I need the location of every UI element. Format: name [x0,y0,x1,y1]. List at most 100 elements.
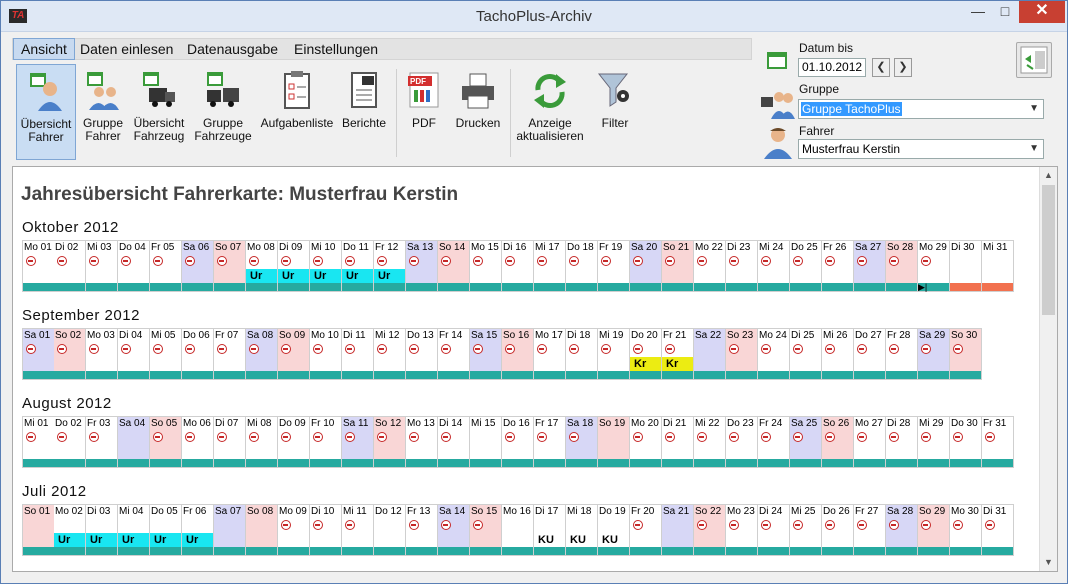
day-cell[interactable]: Sa 07 [214,504,246,556]
day-cell[interactable]: Mo 15 [470,240,502,292]
day-cell[interactable]: Di 24 [758,504,790,556]
day-cell[interactable]: Do 20 Kr [630,328,662,380]
day-cell[interactable]: Fr 10 [310,416,342,468]
day-cell[interactable]: Di 23 [726,240,758,292]
day-cell[interactable]: Di 04 [118,328,150,380]
day-cell[interactable]: Sa 22 [694,328,726,380]
day-cell[interactable]: Fr 28 [886,328,918,380]
day-cell[interactable]: Mi 05 [150,328,182,380]
day-cell[interactable]: Do 05 Ur [150,504,182,556]
day-cell[interactable]: Fr 21 Kr [662,328,694,380]
day-cell[interactable]: Sa 25 [790,416,822,468]
day-cell[interactable]: Mo 27 [854,416,886,468]
day-cell[interactable]: Mo 09 [278,504,310,556]
day-cell[interactable]: Mi 08 [246,416,278,468]
day-cell[interactable]: So 15 [470,504,502,556]
day-cell[interactable]: Di 02 [54,240,86,292]
day-cell[interactable]: Mi 24 [758,240,790,292]
day-cell[interactable]: Fr 26 [822,240,854,292]
day-cell[interactable]: Di 25 [790,328,822,380]
day-cell[interactable]: Do 06 [182,328,214,380]
year-overview-panel[interactable]: Jahresübersicht Fahrerkarte: Musterfrau … [12,166,1058,572]
day-cell[interactable]: So 12 [374,416,406,468]
day-cell[interactable]: Do 02 [54,416,86,468]
day-cell[interactable]: Mo 03 [86,328,118,380]
day-cell[interactable]: Do 26 [822,504,854,556]
day-cell[interactable]: Mi 29 [918,416,950,468]
day-cell[interactable]: Mi 18 KU [566,504,598,556]
day-cell[interactable]: Sa 18 [566,416,598,468]
day-cell[interactable]: Do 04 [118,240,150,292]
gruppe-select[interactable]: Gruppe TachoPlus ▼ [798,99,1044,119]
day-cell[interactable]: Sa 14 [438,504,470,556]
day-cell[interactable]: Sa 11 [342,416,374,468]
aufgabenliste-button[interactable]: Aufgabenliste [258,64,336,160]
day-cell[interactable]: Di 07 [214,416,246,468]
fahrer-select[interactable]: Musterfrau Kerstin ▼ [798,139,1044,159]
day-cell[interactable]: Fr 03 [86,416,118,468]
maximize-button[interactable]: □ [992,1,1018,23]
day-cell[interactable]: Sa 01 [22,328,55,380]
date-next-button[interactable]: ❯ [894,58,912,77]
day-cell[interactable]: Fr 19 [598,240,630,292]
day-cell[interactable]: So 02 [54,328,86,380]
day-cell[interactable]: Mo 24 [758,328,790,380]
day-cell[interactable]: Mo 01 [22,240,55,292]
close-button[interactable]: ✕ [1019,1,1065,23]
day-cell[interactable]: Mo 06 [182,416,214,468]
day-cell[interactable]: Mi 12 [374,328,406,380]
day-cell[interactable]: Sa 29 [918,328,950,380]
day-cell[interactable]: So 09 [278,328,310,380]
day-cell[interactable]: So 05 [150,416,182,468]
datum-input[interactable]: 01.10.2012 [798,58,866,77]
day-cell[interactable]: Sa 27 [854,240,886,292]
day-cell[interactable]: Fr 31 [982,416,1014,468]
uebersicht-fahrzeug-button[interactable]: Übersicht Fahrzeug [130,64,188,160]
day-cell[interactable]: Mi 31 [982,240,1014,292]
day-cell[interactable]: So 23 [726,328,758,380]
day-cell[interactable]: Mi 19 [598,328,630,380]
day-cell[interactable]: Sa 13 [406,240,438,292]
day-cell[interactable]: Do 16 [502,416,534,468]
menu-einstellungen[interactable]: Einstellungen [287,39,385,59]
day-cell[interactable]: Di 17 KU [534,504,566,556]
day-cell[interactable]: Mo 13 [406,416,438,468]
day-cell[interactable]: So 08 [246,504,278,556]
day-cell[interactable]: Fr 17 [534,416,566,468]
switch-view-button[interactable] [1016,42,1052,78]
day-cell[interactable]: Fr 24 [758,416,790,468]
day-cell[interactable]: Mi 26 [822,328,854,380]
day-cell[interactable]: Mi 15 [470,416,502,468]
day-cell[interactable]: Do 12 [374,504,406,556]
day-cell[interactable]: Mi 25 [790,504,822,556]
day-cell[interactable]: Mo 20 [630,416,662,468]
day-cell[interactable]: Mi 11 [342,504,374,556]
day-cell[interactable]: So 16 [502,328,534,380]
day-cell[interactable]: Do 13 [406,328,438,380]
day-cell[interactable]: Di 11 [342,328,374,380]
day-cell[interactable]: So 28 [886,240,918,292]
day-cell[interactable]: So 29 [918,504,950,556]
day-cell[interactable]: Di 03 Ur [86,504,118,556]
uebersicht-fahrer-button[interactable]: Übersicht Fahrer [16,64,76,160]
date-prev-button[interactable]: ❮ [872,58,890,77]
day-cell[interactable]: Fr 27 [854,504,886,556]
day-cell[interactable]: So 21 [662,240,694,292]
day-cell[interactable]: Mo 23 [726,504,758,556]
day-cell[interactable]: Mi 03 [86,240,118,292]
day-cell[interactable]: So 19 [598,416,630,468]
day-cell[interactable]: Mi 04 Ur [118,504,150,556]
berichte-button[interactable]: Berichte [338,64,390,160]
day-cell[interactable]: Sa 06 [182,240,214,292]
day-cell[interactable]: Sa 20 [630,240,662,292]
day-cell[interactable]: Mo 10 [310,328,342,380]
drucken-button[interactable]: Drucken [452,64,504,160]
day-cell[interactable]: Fr 07 [214,328,246,380]
day-cell[interactable]: Fr 05 [150,240,182,292]
day-cell[interactable]: So 26 [822,416,854,468]
day-cell[interactable]: Do 11 Ur [342,240,374,292]
day-cell[interactable]: Mo 02 Ur [54,504,86,556]
day-cell[interactable]: Sa 28 [886,504,918,556]
day-cell[interactable]: Di 18 [566,328,598,380]
day-cell[interactable]: Mi 17 [534,240,566,292]
